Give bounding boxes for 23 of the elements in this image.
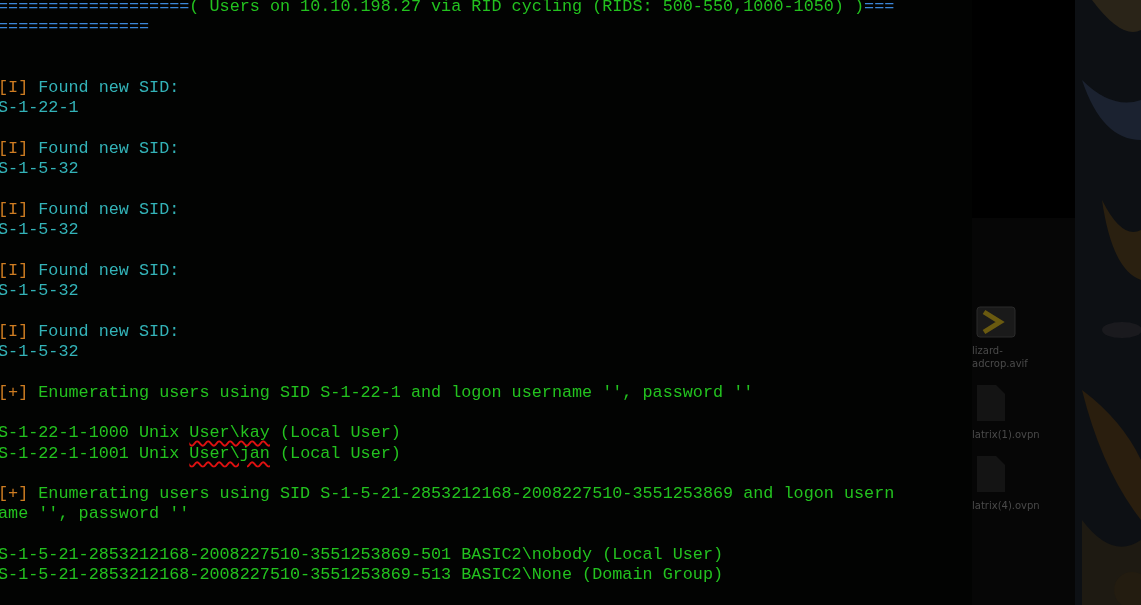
terminal-app-icon[interactable] <box>976 306 1016 338</box>
underlined-text: User\kay <box>189 423 270 443</box>
status-tag: [I] <box>0 199 29 219</box>
status-tag: [I] <box>0 78 29 98</box>
underlined-text: User\jan <box>189 443 270 463</box>
terminal-text: Found new SID: <box>37 139 180 159</box>
status-tag: [+] <box>0 484 29 504</box>
terminal-text: Found new SID: <box>37 260 180 280</box>
terminal-text: Enumerating users using SID S-1-5-21-2853212168-2008227510-3551253869 and logon usern <box>37 484 895 504</box>
terminal-text: Found new SID: <box>37 78 180 98</box>
terminal-text: Found new SID: <box>37 199 180 219</box>
terminal-text: (Local User) <box>279 423 401 443</box>
separator-text: === <box>864 0 895 16</box>
file-name[interactable]: latrix(4).ovpn <box>972 499 1040 512</box>
file-name[interactable]: lizard- adcrop.avif <box>972 344 1028 370</box>
status-tag: [I] <box>0 321 29 341</box>
terminal-text: Found new SID: <box>37 321 180 341</box>
terminal-text: Enumerating users using SID S-1-22-1 and logon username '', password '' <box>37 382 754 402</box>
file-name[interactable]: latrix(1).ovpn <box>972 428 1040 441</box>
terminal-text: (Local User) <box>279 443 401 463</box>
status-tag: [I] <box>0 260 29 280</box>
status-tag: [+] <box>0 382 29 402</box>
status-tag: [I] <box>0 139 29 159</box>
